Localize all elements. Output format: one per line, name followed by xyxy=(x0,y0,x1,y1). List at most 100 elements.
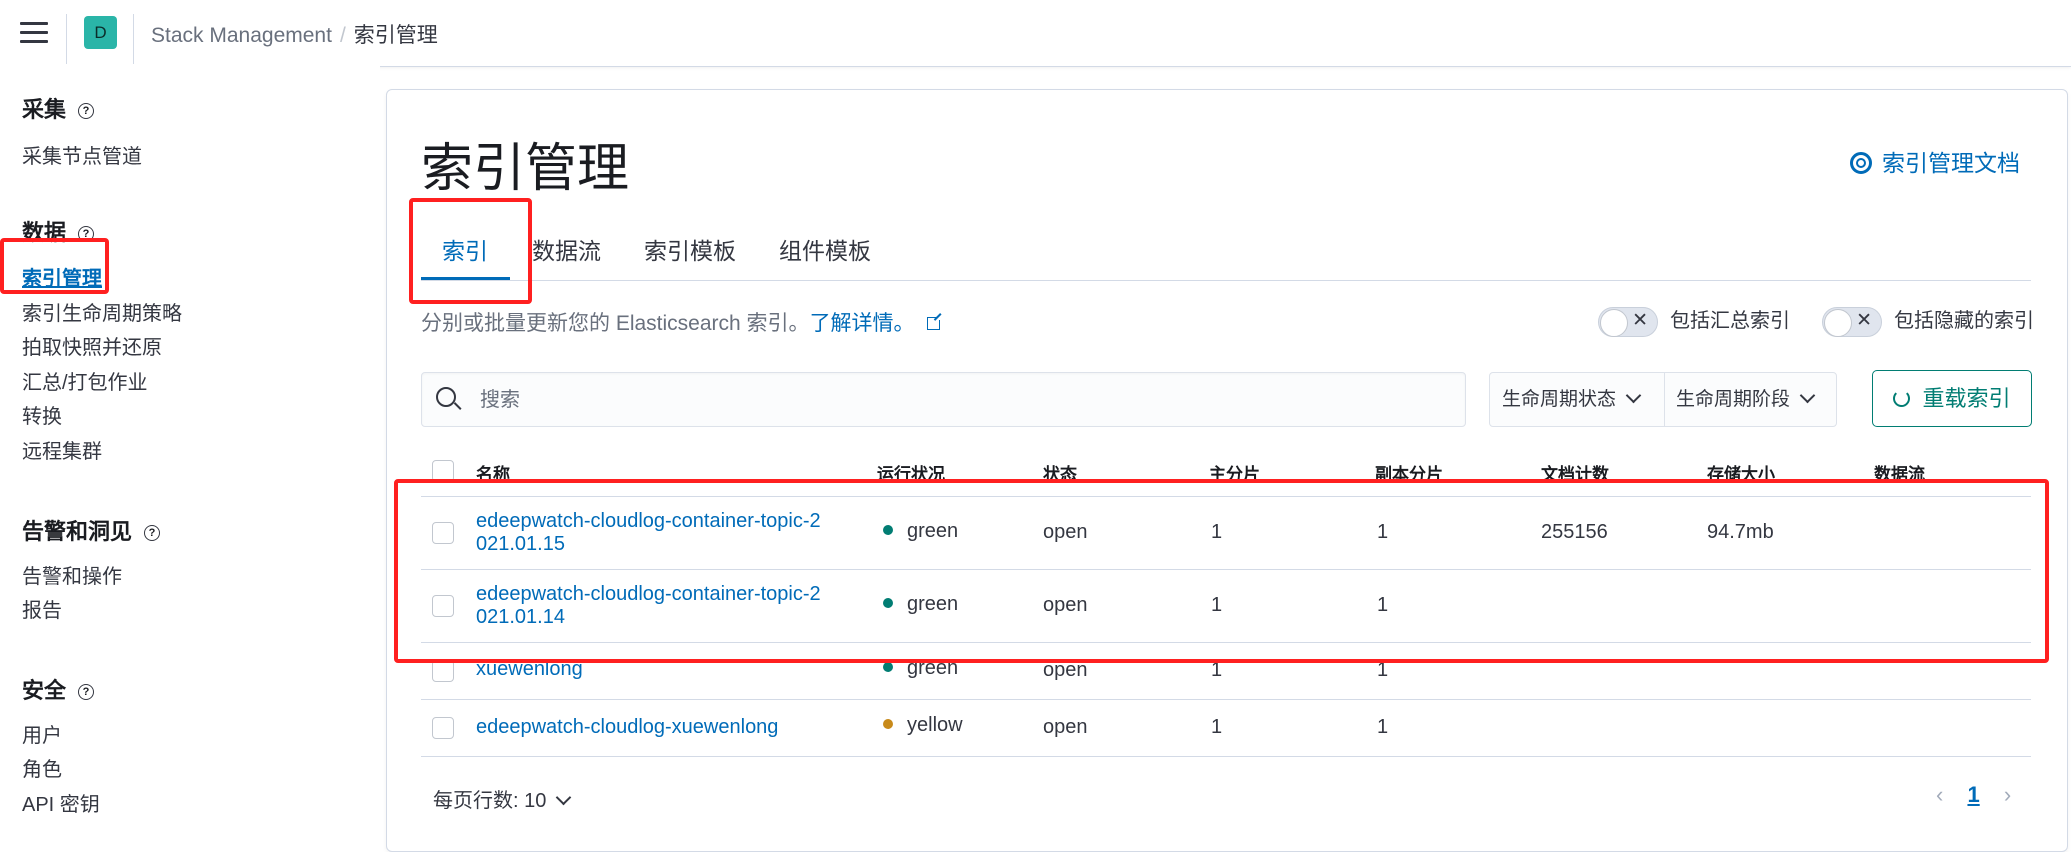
row-divider xyxy=(421,569,2031,570)
sidebar-item-roles[interactable]: 角色 xyxy=(22,753,62,782)
docs-count-cell: 255156 xyxy=(1541,521,1608,543)
page-number[interactable]: 1 xyxy=(1967,782,1979,807)
toggle-switch[interactable]: ✕ xyxy=(1598,306,1658,337)
doc-link[interactable]: 索引管理文档 xyxy=(1850,144,2020,178)
sidebar-group-data: 数据? xyxy=(22,215,95,247)
health-dot-icon xyxy=(883,662,893,672)
row-checkbox[interactable] xyxy=(432,660,454,682)
sidebar-item-snapshot-restore[interactable]: 拍取快照并还原 xyxy=(22,331,162,360)
primaries-cell: 1 xyxy=(1211,659,1223,681)
space-avatar[interactable]: D xyxy=(84,16,117,49)
chevron-down-icon xyxy=(556,789,572,806)
sidebar-item-reporting[interactable]: 报告 xyxy=(22,594,62,623)
row-checkbox[interactable] xyxy=(432,522,454,544)
tabs-divider xyxy=(421,280,2031,281)
header-divider xyxy=(66,14,67,64)
include-hidden-toggle[interactable]: ✕ 包括隐藏的索引 xyxy=(1822,304,2034,337)
replicas-cell: 1 xyxy=(1377,594,1389,616)
status-cell: open xyxy=(1043,521,1088,543)
reload-indices-button[interactable]: 重载索引 xyxy=(1872,370,2032,427)
refresh-icon xyxy=(1893,390,1911,407)
sidebar-item-remote-clusters[interactable]: 远程集群 xyxy=(22,435,102,464)
tab-data-streams[interactable]: 数据流 xyxy=(532,232,601,266)
health-dot-icon xyxy=(883,719,893,729)
sidebar-item-ingest-pipelines[interactable]: 采集节点管道 xyxy=(22,140,142,169)
sidebar-item-ilm-policies[interactable]: 索引生命周期策略 xyxy=(22,297,182,326)
row-divider xyxy=(421,642,2031,643)
health-cell: green xyxy=(883,593,958,616)
column-header-storage-size[interactable]: 存储大小 xyxy=(1707,460,1775,485)
column-header-status[interactable]: 状态 xyxy=(1043,460,1077,485)
status-cell: open xyxy=(1043,594,1088,616)
toggle-switch[interactable]: ✕ xyxy=(1822,306,1882,337)
health-cell: green xyxy=(883,657,958,680)
menu-icon[interactable] xyxy=(20,22,48,44)
primaries-cell: 1 xyxy=(1211,594,1223,616)
sidebar-item-transforms[interactable]: 转换 xyxy=(22,400,62,429)
breadcrumb-stack-management[interactable]: Stack Management xyxy=(151,24,332,47)
chevron-down-icon xyxy=(1625,387,1642,404)
sidebar-group-ingest: 采集? xyxy=(22,92,95,124)
sidebar-item-index-management[interactable]: 索引管理 xyxy=(22,262,102,291)
row-divider xyxy=(421,699,2031,700)
cross-icon: ✕ xyxy=(1632,309,1648,331)
external-link-icon xyxy=(926,314,943,330)
tab-indices[interactable]: 索引 xyxy=(442,232,488,266)
pagination: ‹ 1 › xyxy=(1936,782,2011,808)
sidebar: 采集? 采集节点管道 数据? 索引管理 索引生命周期策略 拍取快照并还原 汇总/… xyxy=(0,66,380,850)
select-all-checkbox[interactable] xyxy=(432,460,454,482)
page-description: 分别或批量更新您的 Elasticsearch 索引。了解详情。 xyxy=(421,307,943,337)
next-page-icon[interactable]: › xyxy=(2004,782,2011,807)
index-name-link[interactable]: edeepwatch-cloudlog-xuewenlong xyxy=(476,716,778,739)
help-lifering-icon xyxy=(1850,152,1872,174)
learn-more-link[interactable]: 了解详情。 xyxy=(810,312,915,335)
health-dot-icon xyxy=(883,525,893,535)
column-header-primaries[interactable]: 主分片 xyxy=(1209,460,1260,485)
breadcrumb: Stack Management / 索引管理 xyxy=(151,19,438,49)
table-header-divider xyxy=(421,496,2031,497)
cross-icon: ✕ xyxy=(1856,309,1872,331)
help-icon[interactable]: ? xyxy=(78,103,95,119)
column-header-replicas[interactable]: 副本分片 xyxy=(1375,460,1443,485)
help-icon[interactable]: ? xyxy=(144,525,161,541)
search-box xyxy=(421,372,1466,427)
index-name-link[interactable]: xuewenlong xyxy=(476,658,583,681)
tab-index-templates[interactable]: 索引模板 xyxy=(644,232,736,266)
previous-page-icon[interactable]: ‹ xyxy=(1936,782,1943,807)
sidebar-item-rollup-jobs[interactable]: 汇总/打包作业 xyxy=(22,366,148,395)
sidebar-group-security: 安全? xyxy=(22,673,95,705)
search-icon xyxy=(436,387,456,407)
replicas-cell: 1 xyxy=(1377,659,1389,681)
help-icon[interactable]: ? xyxy=(78,226,95,242)
row-checkbox[interactable] xyxy=(432,717,454,739)
status-cell: open xyxy=(1043,716,1088,738)
column-header-docs-count[interactable]: 文档计数 xyxy=(1541,460,1609,485)
tab-component-templates[interactable]: 组件模板 xyxy=(779,232,871,266)
lifecycle-status-filter[interactable]: 生命周期状态 xyxy=(1502,373,1642,426)
row-checkbox[interactable] xyxy=(432,595,454,617)
top-header: D Stack Management / 索引管理 xyxy=(0,0,2071,67)
column-header-name[interactable]: 名称 xyxy=(476,460,510,485)
rows-per-page-selector[interactable]: 每页行数: 10 xyxy=(433,784,572,813)
replicas-cell: 1 xyxy=(1377,716,1389,738)
sidebar-item-api-keys[interactable]: API 密钥 xyxy=(22,788,100,817)
sidebar-group-alerts-insights: 告警和洞见? xyxy=(22,514,161,546)
breadcrumb-separator: / xyxy=(339,24,346,47)
search-input[interactable] xyxy=(478,385,1442,415)
health-cell: yellow xyxy=(883,714,963,737)
column-header-health[interactable]: 运行状况 xyxy=(877,460,945,485)
index-name-link[interactable]: edeepwatch-cloudlog-container-topic-2 021… xyxy=(476,510,821,556)
column-header-data-stream[interactable]: 数据流 xyxy=(1874,460,1925,485)
help-icon[interactable]: ? xyxy=(78,684,95,700)
sidebar-item-alerts-actions[interactable]: 告警和操作 xyxy=(22,560,122,589)
lifecycle-phase-filter[interactable]: 生命周期阶段 xyxy=(1676,373,1816,426)
chevron-down-icon xyxy=(1799,387,1816,404)
status-cell: open xyxy=(1043,659,1088,681)
filter-group: 生命周期状态 生命周期阶段 xyxy=(1489,372,1837,427)
index-name-link[interactable]: edeepwatch-cloudlog-container-topic-2 021… xyxy=(476,583,821,629)
health-cell: green xyxy=(883,520,958,543)
sidebar-item-users[interactable]: 用户 xyxy=(22,719,62,748)
include-rollup-toggle[interactable]: ✕ 包括汇总索引 xyxy=(1598,304,1790,337)
filter-divider xyxy=(1664,373,1665,426)
page-title: 索引管理 xyxy=(421,140,630,198)
